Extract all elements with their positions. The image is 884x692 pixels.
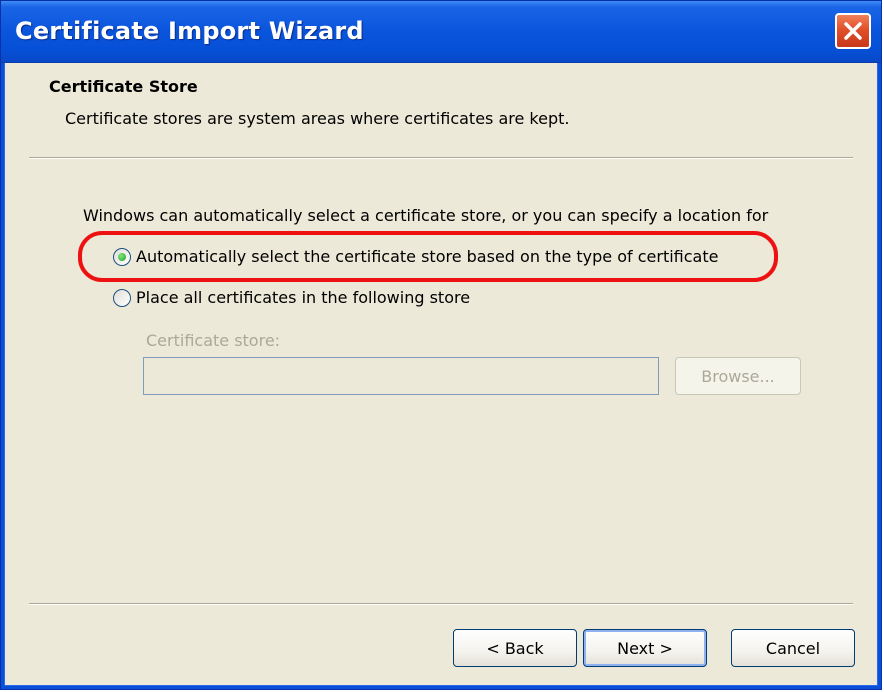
back-button[interactable]: < Back: [453, 629, 577, 667]
page-title: Certificate Store: [49, 77, 198, 96]
header-divider: [29, 157, 853, 159]
place-all-label[interactable]: Place all certificates in the following …: [136, 288, 470, 307]
cancel-button[interactable]: Cancel: [731, 629, 855, 667]
footer-divider: [29, 603, 853, 605]
wizard-header: Certificate Store Certificate stores are…: [7, 63, 875, 161]
browse-button: Browse...: [675, 357, 801, 395]
certificate-store-field: [143, 357, 659, 395]
title-bar[interactable]: Certificate Import Wizard: [1, 1, 881, 63]
wizard-window: Certificate Import Wizard Certificate St…: [0, 0, 882, 690]
close-icon: [844, 22, 862, 40]
page-subtitle: Certificate stores are system areas wher…: [65, 109, 570, 128]
place-all-option[interactable]: Place all certificates in the following …: [113, 288, 470, 307]
next-button[interactable]: Next >: [583, 629, 707, 667]
intro-text: Windows can automatically select a certi…: [83, 206, 769, 225]
certificate-store-label: Certificate store:: [146, 331, 281, 350]
close-button[interactable]: [835, 13, 871, 49]
highlight-annotation: [78, 231, 778, 282]
window-title: Certificate Import Wizard: [15, 17, 364, 45]
place-all-radio[interactable]: [113, 288, 131, 307]
